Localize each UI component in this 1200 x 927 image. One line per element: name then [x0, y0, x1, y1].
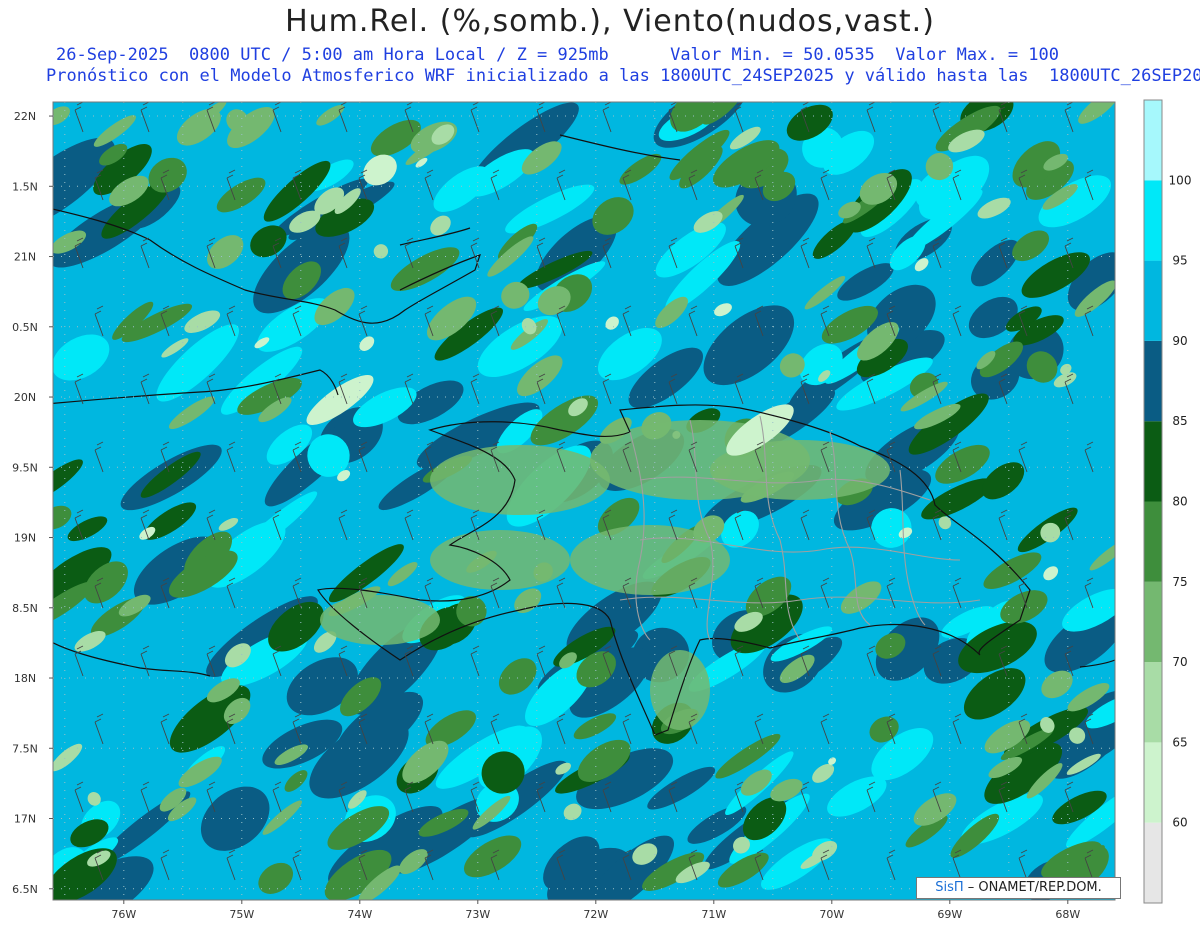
colorbar-label: 100 [1169, 173, 1192, 187]
credit-text: – ONAMET/REP.DOM. [967, 880, 1102, 895]
colorbar-segment [1144, 100, 1162, 181]
y-tick-label: 20N [14, 391, 36, 404]
colorbar-segment [1144, 340, 1162, 422]
colorbar-label: 65 [1172, 735, 1187, 749]
colorbar-label: 95 [1172, 254, 1187, 268]
y-tick-label: 19N [14, 532, 36, 545]
y-tick-label: 1.5N [12, 180, 38, 193]
humidity-contour-land [430, 530, 570, 590]
x-tick-label: 70W [819, 908, 844, 921]
y-tick-label: 17N [14, 813, 36, 826]
y-tick-label: 8.5N [12, 602, 38, 615]
y-tick-label: 7.5N [12, 742, 38, 755]
colorbar: 60 65 70 75 80 85 90 95 100 [1143, 99, 1192, 904]
colorbar-segment [1144, 742, 1162, 823]
colorbar-label: 80 [1172, 495, 1187, 509]
colorbar-segment [1144, 421, 1162, 502]
credit-box: SisΠ – ONAMET/REP.DOM. [916, 877, 1121, 899]
map-figure: 76W 75W 74W 73W 72W 71W 70W 69W 68W 22N 1.5N 21N 0.… [12, 99, 1192, 921]
colorbar-label: 85 [1172, 414, 1187, 428]
x-tick-label: 76W [111, 908, 136, 921]
y-tick-label: 21N [14, 251, 36, 264]
colorbar-segment [1144, 662, 1162, 743]
x-tick-label: 75W [229, 908, 254, 921]
humidity-contour-land [570, 525, 730, 595]
y-tick-label: 9.5N [12, 461, 38, 474]
credit-brand: SisΠ [935, 880, 964, 895]
colorbar-label: 75 [1172, 575, 1187, 589]
colorbar-segment [1144, 581, 1162, 663]
humidity-contour-land [430, 445, 610, 515]
y-tick-label: 18N [14, 672, 36, 685]
x-tick-label: 73W [465, 908, 490, 921]
colorbar-segment [1144, 180, 1162, 261]
colorbar-label: 60 [1172, 816, 1187, 830]
x-tick-label: 71W [701, 908, 726, 921]
y-tick-label: 22N [14, 110, 36, 123]
x-tick-label: 68W [1055, 908, 1080, 921]
y-tick-label: 6.5N [12, 883, 38, 896]
humidity-contour-land [320, 595, 440, 645]
y-axis: 22N 1.5N 21N 0.5N 20N 9.5N 19N 8.5N 18N 7.5N 17N 6.… [12, 110, 53, 896]
x-tick-label: 69W [937, 908, 962, 921]
x-axis: 76W 75W 74W 73W 72W 71W 70W 69W 68W [111, 900, 1080, 921]
y-tick-label: 0.5N [12, 321, 38, 334]
colorbar-segment [1144, 260, 1162, 341]
colorbar-label: 70 [1172, 655, 1187, 669]
x-tick-label: 72W [583, 908, 608, 921]
colorbar-label: 90 [1172, 334, 1187, 348]
colorbar-segment [1144, 822, 1162, 903]
x-tick-label: 74W [347, 908, 372, 921]
colorbar-segment [1144, 501, 1162, 582]
